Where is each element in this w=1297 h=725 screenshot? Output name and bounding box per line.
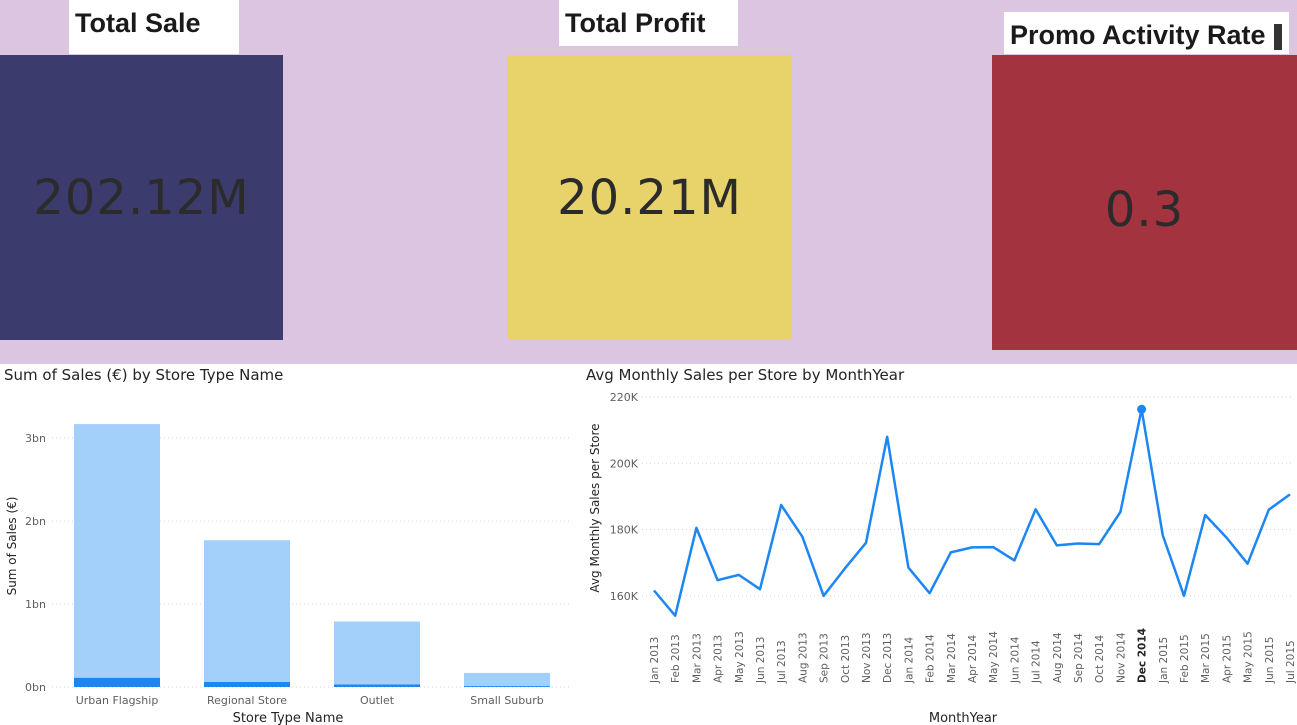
total-profit-title: Total Profit (559, 0, 738, 46)
x-tick-label: Dec 2014 (1137, 628, 1149, 683)
bar-segment (464, 686, 550, 687)
x-axis-label: Store Type Name (233, 711, 344, 725)
total-profit-card[interactable]: 20.21M (507, 55, 792, 340)
x-tick-label: Jan 2014 (903, 636, 915, 684)
line-chart[interactable]: 160K 180K 200K 220K Jan 2013 Feb 2013 Mar 2013… (580, 385, 1297, 725)
y-tick-label: 0bn (25, 681, 46, 694)
x-tick-label: Oct 2013 (840, 635, 852, 683)
y-tick-label: 220K (610, 391, 639, 404)
highlight-point (1137, 404, 1147, 414)
y-tick-label: 160K (610, 590, 639, 603)
bar-segment (204, 682, 290, 687)
x-tick-label: Sep 2013 (819, 633, 831, 683)
x-tick-label: Jul 2013 (776, 640, 788, 684)
promo-rate-title: Promo Activity Rate (1004, 12, 1289, 54)
y-tick-label: 200K (610, 457, 639, 470)
total-sale-title: Total Sale (69, 0, 239, 54)
x-tick-label: May 2014 (988, 631, 1000, 683)
line-chart-title: Avg Monthly Sales per Store by MonthYear (586, 366, 905, 384)
x-tick-label: Mar 2013 (691, 633, 703, 683)
total-profit-value: 20.21M (557, 169, 742, 226)
scroll-handle-icon[interactable] (1273, 23, 1282, 50)
bar (204, 540, 290, 687)
x-tick-label: Aug 2013 (797, 632, 809, 683)
total-sale-value: 202.12M (33, 169, 250, 226)
bar-segment (334, 684, 420, 687)
x-tick-label: Jan 2013 (649, 637, 661, 684)
x-tick-label: Oct 2014 (1094, 634, 1106, 683)
x-tick-label: Aug 2014 (1052, 632, 1064, 683)
y-axis-label: Sum of Sales (€) (5, 497, 19, 596)
bar-chart-title: Sum of Sales (€) by Store Type Name (4, 366, 284, 384)
x-tick-label: Jun 2015 (1264, 637, 1276, 684)
bar-chart[interactable]: 0bn 1bn 2bn 3bn Urban Flagship Regional Store… (0, 385, 580, 725)
promo-rate-value: 0.3 (1104, 181, 1185, 238)
bar (334, 621, 420, 687)
x-tick-label: Sep 2014 (1073, 633, 1085, 683)
promo-rate-card[interactable]: 0.3 (992, 55, 1297, 350)
x-tick-label: Regional Store (207, 694, 287, 707)
x-tick-label: Apr 2015 (1221, 635, 1233, 683)
x-tick-label: May 2015 (1243, 631, 1255, 683)
x-tick-label: May 2013 (734, 631, 746, 683)
promo-rate-label: Promo Activity Rate (1010, 20, 1266, 50)
y-tick-label: 180K (610, 524, 639, 537)
x-tick-label: Apr 2014 (967, 634, 979, 683)
x-tick-label: Urban Flagship (76, 694, 159, 707)
x-tick-label: Small Suburb (470, 694, 543, 707)
x-tick-label: Outlet (360, 694, 395, 707)
x-axis-label: MonthYear (929, 711, 998, 725)
x-tick-label: Feb 2013 (670, 634, 682, 683)
x-tick-label: Nov 2014 (1115, 632, 1127, 683)
y-axis-label: Avg Monthly Sales per Store (588, 423, 602, 592)
x-tick-label: Jun 2014 (1009, 636, 1021, 684)
y-tick-label: 3bn (25, 432, 46, 445)
x-tick-label: Feb 2014 (925, 634, 937, 683)
x-tick-label: Jun 2013 (755, 637, 767, 684)
total-sale-card[interactable]: 202.12M (0, 55, 283, 340)
x-tick-label: Jul 2014 (1031, 640, 1043, 684)
x-tick-label: Jan 2015 (1158, 637, 1170, 684)
x-tick-label: Dec 2013 (882, 633, 894, 683)
y-tick-label: 1bn (25, 598, 46, 611)
y-tick-label: 2bn (25, 515, 46, 528)
bar (74, 424, 160, 687)
x-tick-label: Mar 2015 (1200, 633, 1212, 683)
x-tick-label: Apr 2013 (713, 635, 725, 683)
bar-segment (74, 677, 160, 687)
x-tick-label: Feb 2015 (1179, 634, 1191, 683)
bar (464, 672, 550, 687)
x-tick-label: Mar 2014 (946, 633, 958, 683)
x-tick-label: Nov 2013 (861, 632, 873, 683)
x-tick-label: Jul 2015 (1285, 640, 1297, 684)
series-line (653, 408, 1291, 617)
